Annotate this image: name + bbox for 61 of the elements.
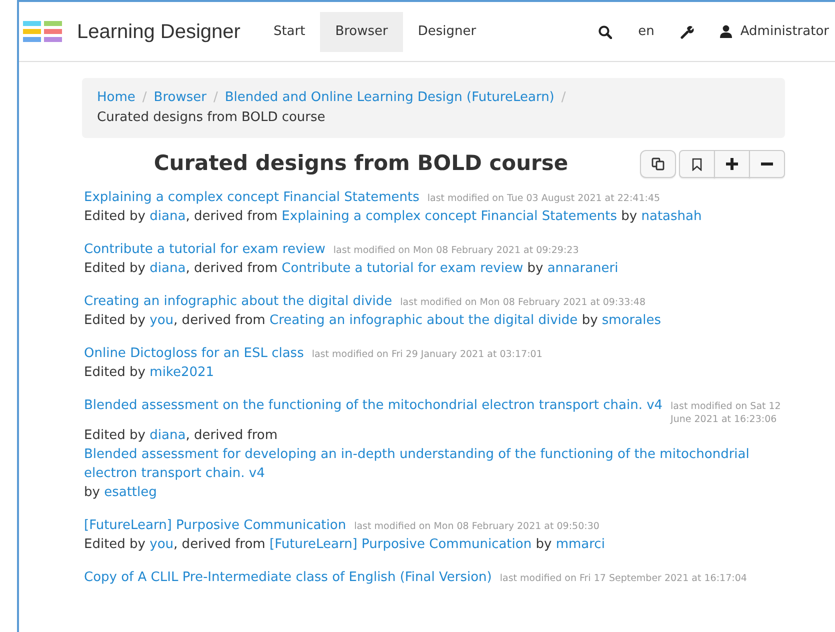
user-link[interactable]: you: [150, 313, 174, 328]
design-link[interactable]: Creating an infographic about the digital divide: [84, 292, 392, 311]
breadcrumb-separator: /: [141, 90, 148, 105]
credit-line: Edited by diana, derived from Contribute a tutorial for exam review by annaraneri: [84, 259, 620, 278]
modified-date: last modified on Mon 08 February 2021 at 09:50:30: [354, 520, 600, 533]
user-link[interactable]: mmarci: [556, 537, 605, 552]
modified-date: last modified on Mon 08 February 2021 at 09:33:48: [400, 296, 646, 309]
design-link[interactable]: Explaining a complex concept Financial Statements: [84, 188, 420, 207]
design-link[interactable]: Copy of A CLIL Pre-Intermediate class of English (Final Version): [84, 568, 492, 587]
brand-name[interactable]: Learning Designer: [77, 16, 240, 46]
plus-icon: [726, 158, 738, 170]
user-link[interactable]: diana: [150, 428, 186, 443]
modified-date: last modified on Sat 12 June 2021 at 16:23:06: [670, 400, 782, 426]
user-link[interactable]: smorales: [602, 313, 661, 328]
user-link[interactable]: esattleg: [104, 485, 157, 500]
breadcrumb-link[interactable]: Blended and Online Learning Design (FutureLearn): [224, 90, 554, 105]
credit-line: Edited by you, derived from [FutureLearn] Purposive Communication by mmarci: [84, 535, 606, 554]
search-icon[interactable]: [598, 24, 612, 38]
bookmark-icon: [692, 158, 702, 170]
user-link[interactable]: diana: [150, 261, 186, 276]
source-design-link[interactable]: Explaining a complex concept Financial Statements: [282, 207, 618, 226]
design-link[interactable]: Contribute a tutorial for exam review: [84, 240, 326, 259]
modified-date: last modified on Mon 08 February 2021 at 09:29:23: [333, 244, 579, 257]
nav-tab[interactable]: Start: [258, 12, 320, 52]
bookmark-button[interactable]: [679, 150, 715, 178]
design-link[interactable]: Blended assessment on the functioning of the mitochondrial electron transport chain. v4: [84, 396, 663, 415]
user-link[interactable]: diana: [150, 209, 186, 224]
nav-tab[interactable]: Browser: [320, 12, 403, 52]
source-design-link[interactable]: [FutureLearn] Purposive Communication: [270, 535, 532, 554]
credit-line: Edited by mike2021: [84, 364, 216, 382]
modified-date: last modified on Fri 17 September 2021 at 16:17:04: [500, 572, 747, 585]
credit-line: Edited by you, derived from Creating an infographic about the digital divide by smorales: [84, 311, 662, 330]
design-link[interactable]: Online Dictogloss for an ESL class: [84, 344, 304, 363]
user-link[interactable]: mike2021: [150, 365, 214, 380]
minus-icon: [761, 162, 773, 166]
modified-date: last modified on Tue 03 August 2021 at 22:41:45: [427, 192, 660, 205]
wrench-icon[interactable]: [680, 24, 694, 38]
breadcrumb-separator: /: [212, 90, 219, 105]
breadcrumb-separator: /: [560, 90, 567, 105]
breadcrumb-link[interactable]: Home: [97, 90, 136, 105]
nav-tab[interactable]: Designer: [402, 12, 492, 52]
modified-date: last modified on Fri 29 January 2021 at 03:17:01: [312, 348, 542, 361]
credit-line: Edited by diana, derived from Explaining a complex concept Financial Statements by natashah: [84, 207, 703, 226]
source-design-link[interactable]: Contribute a tutorial for exam review: [282, 259, 524, 278]
add-button[interactable]: [714, 150, 750, 178]
breadcrumb-link[interactable]: Browser: [154, 90, 206, 105]
source-design-link[interactable]: Creating an infographic about the digital divide: [270, 311, 578, 330]
remove-button[interactable]: [749, 150, 785, 178]
user-link[interactable]: you: [150, 537, 174, 552]
breadcrumb-current: Curated designs from BOLD course: [97, 109, 326, 127]
design-link[interactable]: [FutureLearn] Purposive Communication: [84, 516, 346, 535]
copy-button[interactable]: [640, 150, 676, 178]
credit-line: Edited by diana, derived from Blended assessment for developing an in-depth understanding of the functioning of the mitochondrial electron transport chain. v4 by esattleg: [84, 426, 785, 502]
page-title: Curated designs from BOLD course: [154, 151, 568, 176]
language-menu[interactable]: en: [638, 22, 654, 42]
copy-icon: [651, 157, 665, 171]
user-link[interactable]: natashah: [641, 209, 702, 224]
person-icon: [720, 25, 732, 38]
user-menu[interactable]: Administrator: [720, 22, 829, 42]
logo-icon: [23, 20, 63, 42]
user-link[interactable]: annaraneri: [547, 261, 618, 276]
